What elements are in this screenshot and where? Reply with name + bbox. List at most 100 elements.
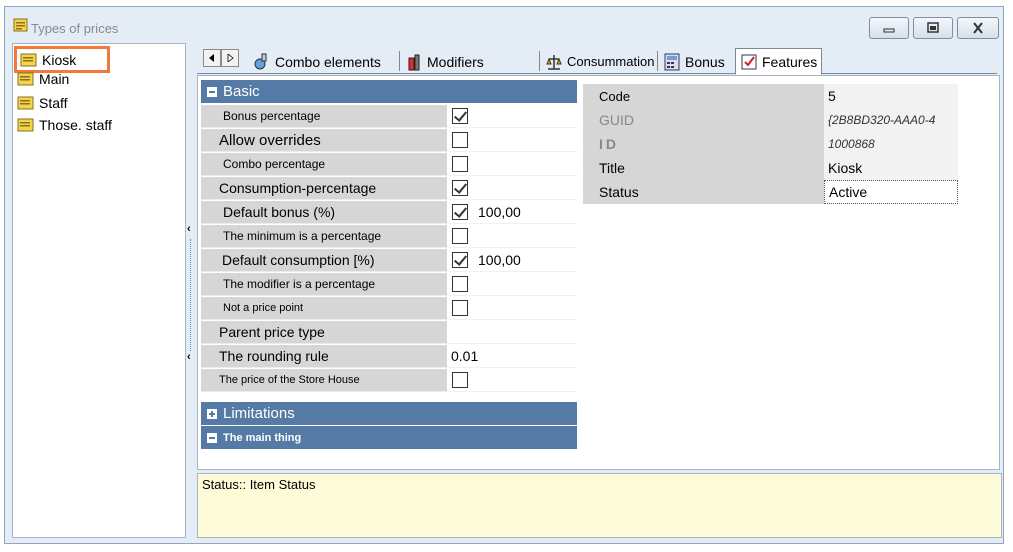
row-label: Combo percentage [201, 153, 447, 176]
prop-row-guid[interactable]: GUID {2B8BD320-AAA0-4 [583, 108, 958, 132]
row-value[interactable] [447, 129, 577, 152]
prop-row-code[interactable]: Code 5 [583, 84, 958, 108]
row-value[interactable]: 100,00 [447, 249, 577, 272]
minimize-icon [883, 28, 895, 33]
grid-row[interactable]: Default bonus (%) 100,00 [201, 201, 577, 225]
row-value[interactable] [447, 153, 577, 176]
close-icon [973, 22, 983, 34]
tab-scroll-left-button[interactable] [203, 49, 221, 67]
prop-value[interactable]: {2B8BD320-AAA0-4 [824, 108, 958, 132]
checkbox[interactable] [452, 252, 468, 268]
checkbox[interactable] [452, 204, 468, 220]
grid-row[interactable]: Bonus percentage [201, 105, 577, 129]
prop-label: ID [583, 132, 824, 156]
tree-item-label: Main [39, 72, 70, 86]
window-title: Types of prices [31, 21, 119, 36]
row-value[interactable] [447, 369, 577, 392]
row-label: Allow overrides [201, 129, 447, 152]
row-label: The rounding rule [201, 345, 447, 368]
price-type-tree: Kiosk Main Staff Those. staff [12, 43, 186, 538]
tab-modifiers[interactable]: Modifiers [401, 49, 488, 74]
prop-label: GUID [583, 108, 824, 132]
grid-row[interactable]: Allow overrides [201, 129, 577, 153]
tree-item-those-staff[interactable]: Those. staff [17, 115, 112, 135]
arrow-right-icon [227, 54, 234, 62]
status-text: Status:: Item Status [202, 477, 316, 492]
prop-row-id[interactable]: ID 1000868 [583, 132, 958, 156]
tree-item-label: Staff [39, 95, 68, 111]
splitter-grip[interactable] [190, 239, 191, 351]
category-basic[interactable]: Basic [201, 80, 577, 103]
prop-label: Status [583, 180, 824, 204]
category-main-thing[interactable]: The main thing [201, 426, 577, 449]
grid-row[interactable]: Not a price point [201, 297, 577, 321]
checkbox[interactable] [452, 108, 468, 124]
value-text: 100,00 [478, 252, 521, 268]
tab-label: Bonus [685, 53, 725, 70]
row-value[interactable]: 0.01 [447, 345, 577, 368]
tree-item-kiosk[interactable]: Kiosk [14, 46, 110, 73]
grid-row[interactable]: The price of the Store House [201, 369, 577, 393]
prop-value[interactable]: 1000868 [824, 132, 958, 156]
row-value[interactable]: 100,00 [447, 201, 577, 224]
category-label: Limitations [223, 405, 295, 422]
tab-bar: Combo elements Modifiers Consummation Bo… [197, 45, 1002, 75]
row-value[interactable] [447, 321, 577, 344]
folder-icon [13, 18, 28, 32]
checkbox[interactable] [452, 300, 468, 316]
row-label: Parent price type [201, 321, 447, 344]
row-label: Default consumption [%) [201, 249, 447, 272]
panel-splitter[interactable]: ‹ ‹ [187, 43, 195, 538]
grid-row[interactable]: Combo percentage [201, 153, 577, 177]
tree-item-staff[interactable]: Staff [17, 93, 68, 113]
prop-row-title[interactable]: Title Kiosk [583, 156, 958, 180]
grid-row[interactable]: Parent price type [201, 321, 577, 345]
row-value[interactable] [447, 297, 577, 320]
row-value[interactable] [447, 105, 577, 128]
category-limitations[interactable]: Limitations [201, 402, 577, 425]
collapse-icon[interactable] [207, 432, 217, 443]
prop-row-status[interactable]: Status Active [583, 180, 958, 204]
checkbox[interactable] [452, 372, 468, 388]
row-label: The minimum is a percentage [201, 225, 447, 248]
collapse-left-icon[interactable]: ‹ [187, 223, 195, 235]
tab-combo-elements[interactable]: Combo elements [249, 49, 385, 74]
grid-row[interactable]: Consumption-percentage [201, 177, 577, 201]
collapse-icon[interactable] [207, 86, 217, 97]
prop-value[interactable]: 5 [824, 84, 958, 108]
prop-value[interactable]: Kiosk [824, 156, 958, 180]
grid-row[interactable]: Default consumption [%) 100,00 [201, 249, 577, 273]
grid-row[interactable]: The minimum is a percentage [201, 225, 577, 249]
tab-features[interactable]: Features [735, 48, 823, 75]
minimize-button[interactable] [869, 17, 909, 39]
close-button[interactable] [957, 17, 999, 39]
expand-icon[interactable] [207, 408, 217, 419]
tab-bonus[interactable]: Bonus [659, 49, 729, 74]
grid-row[interactable]: The rounding rule 0.01 [201, 345, 577, 369]
tree-item-main[interactable]: Main [17, 72, 69, 86]
checkbox[interactable] [452, 132, 468, 148]
row-value[interactable] [447, 225, 577, 248]
row-value[interactable] [447, 177, 577, 200]
features-panel: Basic Bonus percentage Allow overrides C… [197, 75, 1000, 470]
tab-consummation[interactable]: Consummation [541, 49, 658, 74]
folder-icon [17, 96, 34, 110]
grid-row[interactable]: The modifier is a percentage [201, 273, 577, 297]
category-label: Basic [223, 83, 260, 100]
tab-scroll-right-button[interactable] [221, 49, 239, 67]
checkbox[interactable] [452, 276, 468, 292]
status-description-box: Status:: Item Status [197, 473, 1002, 538]
collapse-left-icon[interactable]: ‹ [187, 351, 195, 363]
category-label: The main thing [223, 431, 302, 444]
checkbox[interactable] [452, 156, 468, 172]
status-select[interactable]: Active [824, 180, 958, 204]
checklist-icon [741, 54, 757, 69]
row-value[interactable] [447, 273, 577, 296]
row-label: Not a price point [201, 297, 447, 320]
tree-item-label: Kiosk [42, 51, 77, 68]
prop-label: Title [583, 156, 824, 180]
checkbox[interactable] [452, 180, 468, 196]
row-label: The price of the Store House [201, 369, 447, 392]
checkbox[interactable] [452, 228, 468, 244]
maximize-button[interactable] [913, 17, 953, 39]
